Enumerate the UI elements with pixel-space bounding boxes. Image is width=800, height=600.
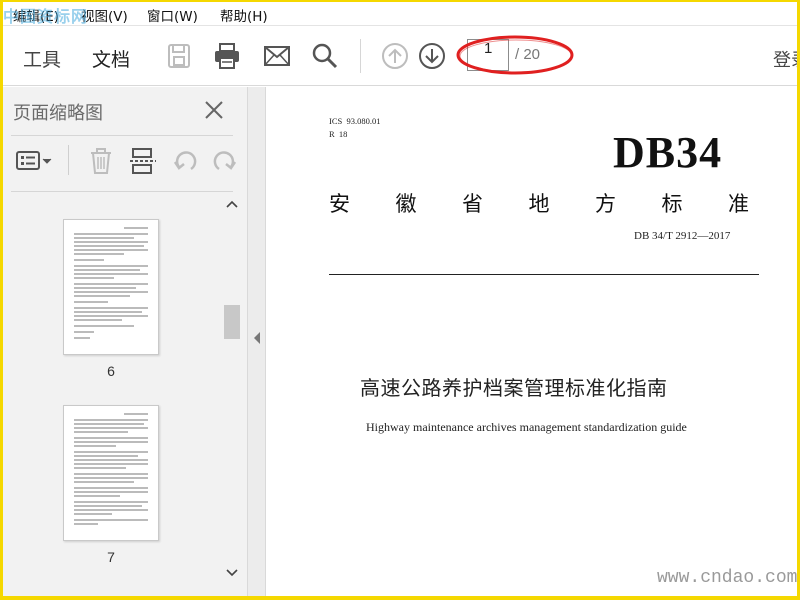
menu-bar: 编辑(E) 视图(V) 窗口(W) 帮助(H) (3, 2, 797, 26)
page-thumbnail[interactable] (63, 219, 159, 355)
doc-heading-char: 地 (528, 192, 550, 216)
search-icon[interactable] (311, 42, 339, 70)
extract-page-icon[interactable] (129, 147, 157, 175)
delete-page-icon[interactable] (87, 147, 115, 175)
doc-heading-char: 方 (595, 192, 616, 216)
mail-icon[interactable] (263, 42, 291, 70)
tab-tools[interactable]: 工具 (23, 45, 61, 72)
doc-class-code: R 18 (329, 129, 348, 139)
thumbnail-page-number: 6 (107, 363, 115, 379)
watermark-top: 中国资标网 (3, 7, 89, 26)
menu-view[interactable]: 视图(V) (81, 5, 128, 25)
doc-standard-code: DB34 (613, 128, 723, 177)
thumbnails-list: 6 7 (3, 193, 225, 596)
doc-heading-char: 省 (462, 192, 483, 216)
panel-divider (11, 191, 233, 192)
watermark-bottom: www.cndao.com (657, 568, 797, 588)
tab-document[interactable]: 文档 (92, 45, 130, 72)
page-thumbnail[interactable] (63, 405, 159, 541)
thumbnails-panel-title: 页面缩略图 (13, 103, 103, 124)
doc-title-english: Highway maintenance archives management … (366, 420, 687, 434)
doc-horizontal-rule (329, 274, 759, 275)
close-icon[interactable] (203, 99, 225, 121)
save-icon[interactable] (165, 42, 193, 70)
panel-divider (11, 135, 233, 136)
doc-ics-code: ICS 93.080.01 (329, 116, 381, 126)
toolbar-separator (360, 39, 361, 73)
thumbnails-scrollbar[interactable] (223, 193, 241, 583)
doc-title-chinese: 高速公路养护档案管理标准化指南 (360, 376, 668, 400)
scrollbar-thumb[interactable] (224, 305, 240, 339)
toolbar: 工具 文档 1 / 20 登 (3, 26, 797, 86)
doc-heading-char: 安 (329, 192, 350, 216)
redo-icon[interactable] (211, 147, 239, 175)
collapse-arrow-icon[interactable] (252, 331, 262, 345)
thumbnail-page-content (74, 413, 148, 525)
doc-standard-number: DB 34/T 2912—2017 (634, 230, 731, 242)
undo-icon[interactable] (171, 147, 199, 175)
doc-heading-char: 徽 (395, 192, 417, 216)
page-down-icon[interactable] (418, 42, 446, 70)
panel-toolbar-separator (68, 145, 69, 175)
red-annotation-ellipse (456, 35, 574, 75)
doc-standard-type: 安 徽 省 地 方 标 准 (329, 188, 749, 218)
document-page: ICS 93.080.01 R 18 DB34 安 徽 省 地 方 标 准 DB… (266, 87, 797, 596)
doc-classification: ICS 93.080.01 R 18 (329, 115, 380, 141)
doc-heading-char: 标 (661, 192, 683, 216)
app-window: 编辑(E) 视图(V) 窗口(W) 帮助(H) 中国资标网 工具 文档 1 / … (3, 2, 797, 596)
page-up-icon[interactable] (381, 42, 409, 70)
doc-heading-char: 准 (728, 192, 749, 216)
login-link[interactable]: 登录 (773, 46, 797, 72)
print-icon[interactable] (213, 42, 241, 70)
thumbnail-options-icon[interactable] (15, 147, 55, 175)
thumbnail-page-number: 7 (107, 549, 115, 565)
menu-window[interactable]: 窗口(W) (147, 5, 198, 25)
menu-help[interactable]: 帮助(H) (220, 5, 268, 25)
thumbnail-page-content (74, 227, 148, 339)
panel-collapse-handle[interactable] (248, 87, 266, 596)
thumbnails-panel: 页面缩略图 6 7 (3, 87, 248, 596)
